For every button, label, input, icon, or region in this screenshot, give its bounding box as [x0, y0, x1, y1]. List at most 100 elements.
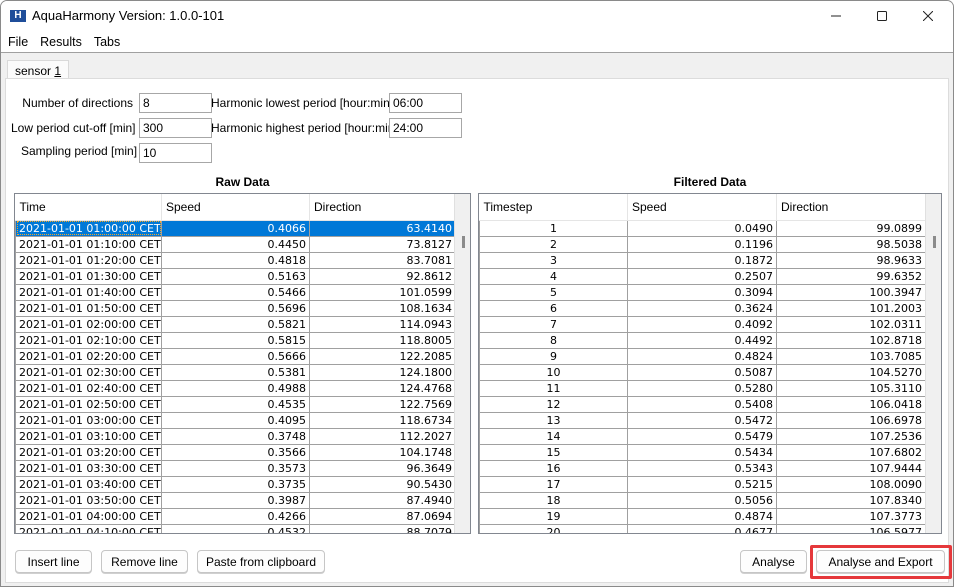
filtered-data-row[interactable]: 14 0.5479 107.2536 — [479, 427, 926, 445]
raw-data-row[interactable]: 2021-01-01 01:00:00 CET 0.4066 63.4140 — [15, 219, 456, 237]
table-cell-speed[interactable]: 0.5821 — [161, 315, 310, 333]
filtered-data-row[interactable]: 19 0.4874 107.3773 — [479, 507, 926, 525]
table-cell-time[interactable]: 2021-01-01 03:10:00 CET — [15, 427, 162, 445]
filtered-data-row[interactable]: 8 0.4492 102.8718 — [479, 331, 926, 349]
table-cell-speed[interactable]: 0.3735 — [161, 475, 310, 493]
raw-data-row[interactable]: 2021-01-01 02:50:00 CET 0.4535 122.7569 — [15, 395, 456, 413]
table-cell-timestep[interactable]: 2 — [479, 235, 628, 253]
table-cell-time[interactable]: 2021-01-01 02:00:00 CET — [15, 315, 162, 333]
filtered-data-row[interactable]: 20 0.4677 106.5977 — [479, 523, 926, 533]
table-cell-timestep[interactable]: 16 — [479, 459, 628, 477]
filtered-data-row[interactable]: 17 0.5215 108.0090 — [479, 475, 926, 493]
table-cell-direction[interactable]: 102.0311 — [776, 315, 926, 333]
raw-data-row[interactable]: 2021-01-01 02:20:00 CET 0.5666 122.2085 — [15, 347, 456, 365]
table-cell-time[interactable]: 2021-01-01 01:10:00 CET — [15, 235, 162, 253]
table-cell-direction[interactable]: 102.8718 — [776, 331, 926, 349]
raw-data-row[interactable]: 2021-01-01 02:10:00 CET 0.5815 118.8005 — [15, 331, 456, 349]
table-cell-direction[interactable]: 83.7081 — [309, 251, 456, 269]
table-cell-speed[interactable]: 0.5056 — [627, 491, 777, 509]
filtered-data-row[interactable]: 2 0.1196 98.5038 — [479, 235, 926, 253]
table-cell-speed[interactable]: 0.5215 — [627, 475, 777, 493]
table-cell-direction[interactable]: 107.9444 — [776, 459, 926, 477]
paste-from-clipboard-button[interactable]: Paste from clipboard — [197, 550, 325, 573]
table-cell-speed[interactable]: 0.5408 — [627, 395, 777, 413]
filtered-data-row[interactable]: 1 0.0490 99.0899 — [479, 219, 926, 237]
table-cell-timestep[interactable]: 3 — [479, 251, 628, 269]
table-cell-timestep[interactable]: 7 — [479, 315, 628, 333]
table-cell-direction[interactable]: 98.5038 — [776, 235, 926, 253]
table-cell-time[interactable]: 2021-01-01 04:10:00 CET — [15, 523, 162, 533]
table-cell-timestep[interactable]: 15 — [479, 443, 628, 461]
raw-data-row[interactable]: 2021-01-01 04:10:00 CET 0.4532 88.7079 — [15, 523, 456, 533]
table-cell-speed[interactable]: 0.4066 — [161, 219, 310, 237]
table-cell-timestep[interactable]: 17 — [479, 475, 628, 493]
filtered-data-row[interactable]: 9 0.4824 103.7085 — [479, 347, 926, 365]
table-cell-direction[interactable]: 108.1634 — [309, 299, 456, 317]
column-header-direction[interactable]: Direction — [309, 194, 456, 221]
table-cell-timestep[interactable]: 10 — [479, 363, 628, 381]
filtered-data-row[interactable]: 18 0.5056 107.8340 — [479, 491, 926, 509]
raw-data-row[interactable]: 2021-01-01 03:50:00 CET 0.3987 87.4940 — [15, 491, 456, 509]
column-header-speed[interactable]: Speed — [627, 194, 777, 221]
analyse-and-export-button[interactable]: Analyse and Export — [816, 550, 945, 573]
table-cell-speed[interactable]: 0.5479 — [627, 427, 777, 445]
harmonic-highest-period-input[interactable] — [389, 118, 462, 138]
table-cell-direction[interactable]: 101.0599 — [309, 283, 456, 301]
table-cell-time[interactable]: 2021-01-01 03:30:00 CET — [15, 459, 162, 477]
raw-data-row[interactable]: 2021-01-01 04:00:00 CET 0.4266 87.0694 — [15, 507, 456, 525]
table-cell-direction[interactable]: 122.2085 — [309, 347, 456, 365]
table-cell-speed[interactable]: 0.5815 — [161, 331, 310, 349]
raw-data-row[interactable]: 2021-01-01 03:40:00 CET 0.3735 90.5430 — [15, 475, 456, 493]
table-cell-direction[interactable]: 124.1800 — [309, 363, 456, 381]
table-cell-speed[interactable]: 0.4874 — [627, 507, 777, 525]
table-cell-speed[interactable]: 0.1196 — [627, 235, 777, 253]
table-cell-speed[interactable]: 0.5280 — [627, 379, 777, 397]
table-cell-direction[interactable]: 107.2536 — [776, 427, 926, 445]
table-cell-speed[interactable]: 0.5472 — [627, 411, 777, 429]
menu-file[interactable]: File — [1, 35, 34, 49]
filtered-data-row[interactable]: 3 0.1872 98.9633 — [479, 251, 926, 269]
table-cell-time[interactable]: 2021-01-01 03:20:00 CET — [15, 443, 162, 461]
analyse-button[interactable]: Analyse — [740, 550, 807, 573]
table-cell-timestep[interactable]: 6 — [479, 299, 628, 317]
raw-data-row[interactable]: 2021-01-01 02:00:00 CET 0.5821 114.0943 — [15, 315, 456, 333]
maximize-button[interactable] — [859, 1, 905, 31]
raw-data-row[interactable]: 2021-01-01 02:30:00 CET 0.5381 124.1800 — [15, 363, 456, 381]
table-cell-speed[interactable]: 0.4092 — [627, 315, 777, 333]
table-cell-direction[interactable]: 118.6734 — [309, 411, 456, 429]
table-cell-time[interactable]: 2021-01-01 01:20:00 CET — [15, 251, 162, 269]
table-cell-speed[interactable]: 0.3987 — [161, 491, 310, 509]
filtered-data-row[interactable]: 11 0.5280 105.3110 — [479, 379, 926, 397]
table-cell-direction[interactable]: 99.0899 — [776, 219, 926, 237]
raw-data-row[interactable]: 2021-01-01 03:30:00 CET 0.3573 96.3649 — [15, 459, 456, 477]
table-cell-speed[interactable]: 0.4818 — [161, 251, 310, 269]
table-cell-time[interactable]: 2021-01-01 01:30:00 CET — [15, 267, 162, 285]
table-cell-direction[interactable]: 92.8612 — [309, 267, 456, 285]
remove-line-button[interactable]: Remove line — [101, 550, 188, 573]
table-cell-speed[interactable]: 0.3573 — [161, 459, 310, 477]
table-cell-timestep[interactable]: 5 — [479, 283, 628, 301]
table-cell-speed[interactable]: 0.5434 — [627, 443, 777, 461]
raw-data-row[interactable]: 2021-01-01 03:10:00 CET 0.3748 112.2027 — [15, 427, 456, 445]
table-cell-speed[interactable]: 0.5696 — [161, 299, 310, 317]
table-cell-speed[interactable]: 0.5163 — [161, 267, 310, 285]
table-cell-speed[interactable]: 0.3566 — [161, 443, 310, 461]
table-cell-speed[interactable]: 0.4450 — [161, 235, 310, 253]
table-cell-time[interactable]: 2021-01-01 01:40:00 CET — [15, 283, 162, 301]
table-cell-direction[interactable]: 98.9633 — [776, 251, 926, 269]
filtered-data-scrollbar[interactable] — [925, 194, 941, 533]
table-cell-time[interactable]: 2021-01-01 02:10:00 CET — [15, 331, 162, 349]
filtered-data-scroll-thumb[interactable] — [933, 236, 936, 248]
table-cell-timestep[interactable]: 12 — [479, 395, 628, 413]
table-cell-direction[interactable]: 104.5270 — [776, 363, 926, 381]
table-cell-timestep[interactable]: 19 — [479, 507, 628, 525]
table-cell-time[interactable]: 2021-01-01 02:30:00 CET — [15, 363, 162, 381]
table-cell-speed[interactable]: 0.5087 — [627, 363, 777, 381]
table-cell-speed[interactable]: 0.3748 — [161, 427, 310, 445]
table-cell-direction[interactable]: 103.7085 — [776, 347, 926, 365]
table-cell-timestep[interactable]: 18 — [479, 491, 628, 509]
table-cell-direction[interactable]: 90.5430 — [309, 475, 456, 493]
column-header-speed[interactable]: Speed — [161, 194, 310, 221]
sampling-period-input[interactable] — [139, 143, 212, 163]
low-period-cutoff-input[interactable] — [139, 118, 212, 138]
